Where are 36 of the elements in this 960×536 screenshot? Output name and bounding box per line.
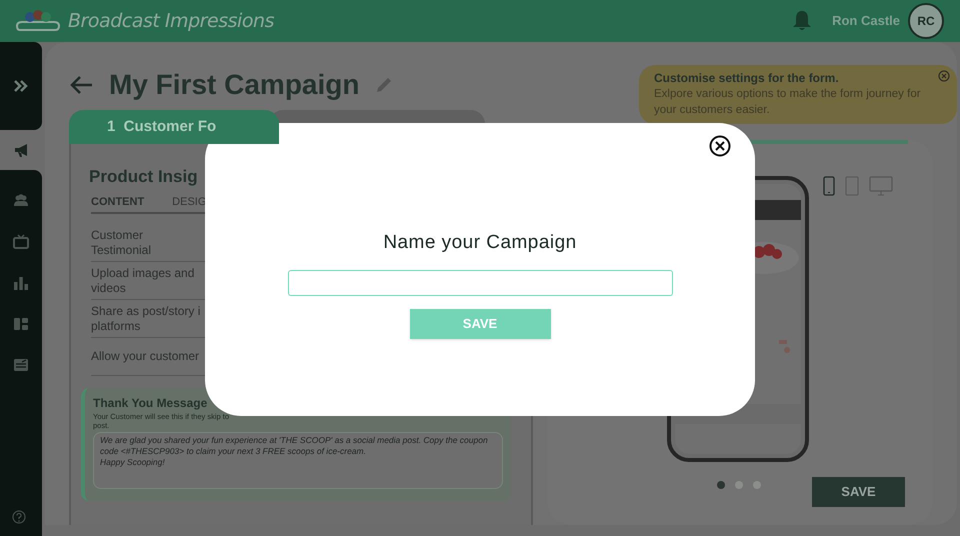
tv-icon[interactable] (13, 234, 29, 250)
sidebar-toggle[interactable] (0, 42, 42, 130)
save-button[interactable]: SAVE (410, 308, 550, 338)
modal-title: Name your Campaign (383, 231, 577, 255)
user-name[interactable]: Ron Castle (832, 11, 900, 31)
layout-icon[interactable] (13, 316, 29, 332)
brand-name: Broadcast Impressions (68, 8, 274, 34)
name-input[interactable] (288, 270, 672, 296)
page-title: My First Campaign (109, 68, 360, 102)
panel-tab[interactable]: CONTENT (91, 194, 144, 212)
close-icon[interactable] (709, 135, 731, 157)
setting-label: Allow your customer (91, 349, 200, 364)
message-field[interactable]: We are glad you shared your fun experience at 'THE SCOOP' as a social media post. Copy the coupon code <#THESCP903> to claim your next 3 FREE scoops of ice-cream. Happy Scooping! (93, 432, 503, 489)
bar-chart-icon[interactable] (13, 274, 29, 290)
save-button[interactable]: SAVE (812, 477, 905, 507)
setting-label: Upload images and videos (91, 266, 194, 296)
pencil-icon[interactable] (375, 76, 394, 94)
logo-icon (16, 9, 60, 33)
phone-icon[interactable] (823, 176, 835, 196)
monitor-icon[interactable] (869, 176, 893, 196)
double-chevron-icon (14, 80, 28, 92)
card-title: Thank You Message (93, 395, 208, 412)
back-arrow-icon[interactable] (69, 75, 93, 95)
user-avatar[interactable]: RC (908, 3, 944, 39)
people-icon[interactable] (13, 192, 29, 208)
newspaper-icon[interactable] (13, 356, 29, 372)
setting-label: Customer Testimonial (91, 228, 152, 258)
help-icon[interactable] (12, 510, 26, 524)
tablet-icon[interactable] (845, 176, 859, 196)
setting-label: Share as post/story i platforms (91, 304, 200, 334)
step-tab[interactable]: 1 Customer Fo (69, 110, 279, 144)
megaphone-icon[interactable] (13, 142, 29, 158)
panel-tab[interactable]: DESIG (172, 194, 206, 212)
tip-title: Customise settings for the form. (654, 71, 840, 86)
panel-title: Product Insig (89, 166, 199, 188)
bell-icon[interactable] (792, 10, 812, 32)
